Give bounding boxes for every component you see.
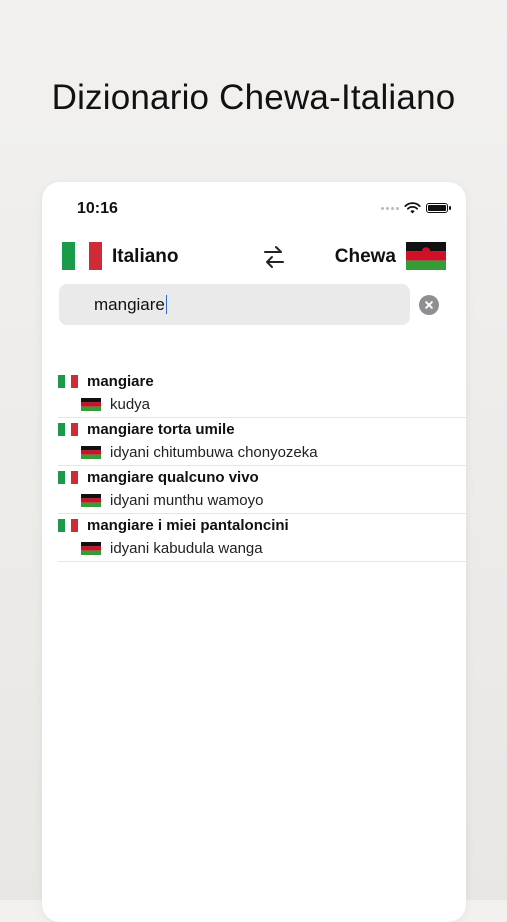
list-item[interactable]: mangiare torta umile idyani chitumbuwa c… bbox=[58, 418, 466, 466]
translation-text: idyani munthu wamoyo bbox=[110, 492, 264, 509]
italy-flag-icon bbox=[58, 519, 79, 532]
swap-arrows-icon[interactable] bbox=[262, 244, 286, 270]
malawi-flag-icon bbox=[81, 398, 101, 411]
italy-flag-icon bbox=[58, 423, 79, 436]
malawi-flag-icon bbox=[81, 542, 101, 555]
source-language-label[interactable]: Italiano bbox=[112, 246, 179, 268]
list-item[interactable]: mangiare qualcuno vivo idyani munthu wam… bbox=[58, 466, 466, 514]
term-text: mangiare bbox=[87, 373, 154, 390]
translation-text: idyani kabudula wanga bbox=[110, 540, 263, 557]
term-text: mangiare torta umile bbox=[87, 421, 235, 438]
search-field[interactable]: mangiare bbox=[59, 284, 410, 325]
list-item[interactable]: mangiare i miei pantaloncini idyani kabu… bbox=[58, 514, 466, 562]
promo-headline: Dizionario Chewa-Italiano bbox=[51, 78, 456, 117]
malawi-flag-icon bbox=[81, 446, 101, 459]
malawi-flag-icon[interactable] bbox=[406, 242, 446, 270]
term-text: mangiare i miei pantaloncini bbox=[87, 517, 289, 534]
battery-icon bbox=[426, 203, 451, 213]
malawi-flag-icon bbox=[81, 494, 101, 507]
phone-screen: 10:16 Italiano Chewa mangiare mangiare k… bbox=[42, 182, 466, 922]
status-icons bbox=[381, 202, 451, 214]
text-cursor bbox=[165, 295, 168, 314]
results-list: mangiare kudya mangiare torta umile idya… bbox=[58, 370, 466, 562]
translation-text: kudya bbox=[110, 396, 151, 413]
signal-icon bbox=[381, 206, 399, 210]
term-text: mangiare qualcuno vivo bbox=[87, 469, 259, 486]
wifi-icon bbox=[404, 202, 421, 214]
search-input[interactable]: mangiare bbox=[94, 295, 168, 315]
status-time: 10:16 bbox=[77, 200, 118, 217]
translation-text: idyani chitumbuwa chonyozeka bbox=[110, 444, 318, 461]
italy-flag-icon bbox=[58, 471, 79, 484]
target-language-label[interactable]: Chewa bbox=[335, 246, 396, 268]
list-item[interactable]: mangiare kudya bbox=[58, 370, 466, 418]
status-bar: 10:16 bbox=[77, 200, 451, 220]
language-bar: Italiano Chewa bbox=[62, 242, 446, 272]
italy-flag-icon bbox=[58, 375, 79, 388]
clear-circle-icon[interactable] bbox=[419, 295, 439, 315]
italy-flag-icon[interactable] bbox=[62, 242, 102, 270]
